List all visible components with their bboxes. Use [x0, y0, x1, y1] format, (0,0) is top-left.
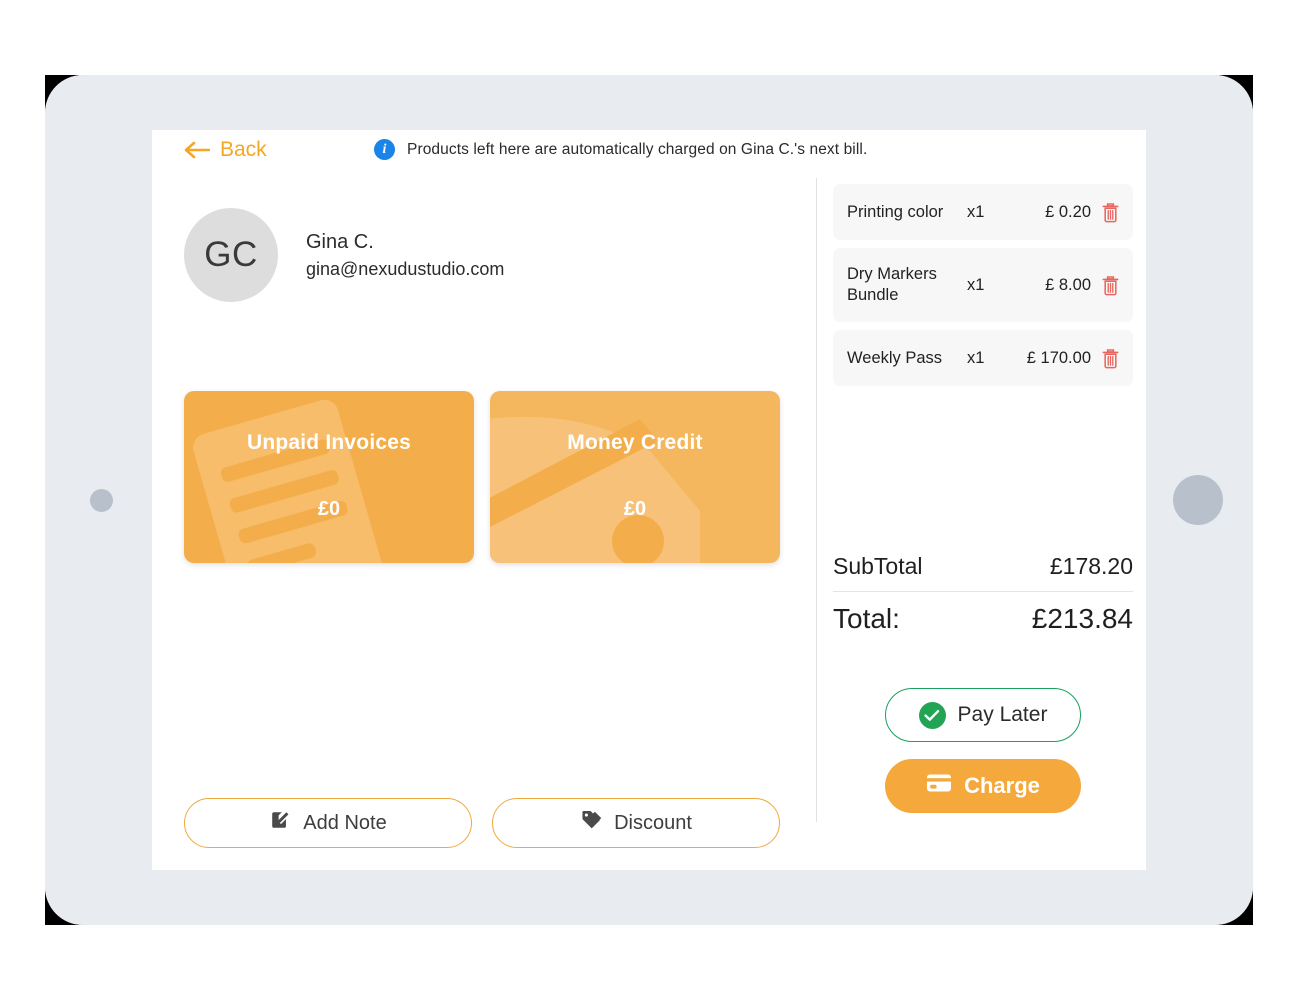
screenshot-stage: Back i Products left here are automatica…: [0, 0, 1300, 1000]
pay-later-label: Pay Later: [957, 703, 1048, 726]
cart-item-qty: x1: [967, 202, 985, 221]
total-label: Total:: [833, 603, 900, 634]
stat-cards: Unpaid Invoices £0 Money Credit £0: [184, 391, 780, 563]
unpaid-invoices-card[interactable]: Unpaid Invoices £0: [184, 391, 474, 563]
back-button-label: Back: [220, 138, 267, 161]
money-credit-value: £0: [623, 498, 647, 520]
money-credit-card[interactable]: Money Credit £0: [490, 391, 780, 563]
invoice-watermark: [193, 399, 382, 563]
info-circle-icon: i: [374, 139, 395, 160]
left-pane: GC Gina C. gina@nexudustudio.com Unpaid …: [152, 178, 817, 870]
unpaid-invoices-label: Unpaid Invoices: [246, 431, 412, 454]
top-bar: Back i Products left here are automatica…: [152, 130, 1146, 178]
customer-summary: GC Gina C. gina@nexudustudio.com: [184, 208, 504, 302]
cart-item-name: Printing color: [847, 202, 944, 221]
table-row[interactable]: Weekly Pass x1 £ 170.00: [833, 330, 1133, 386]
charge-button[interactable]: Charge: [885, 759, 1081, 813]
trash-icon[interactable]: [1097, 202, 1123, 223]
subtotal-label: SubTotal: [833, 553, 923, 579]
customer-email: gina@nexudustudio.com: [306, 258, 505, 279]
total-value: £213.84: [1031, 603, 1133, 634]
info-banner: i Products left here are automatically c…: [374, 139, 867, 160]
total-row: Total: £213.84: [833, 592, 1133, 635]
unpaid-invoices-value: £0: [317, 498, 341, 520]
table-row[interactable]: Printing color x1 £ 0.20: [833, 184, 1133, 240]
cart-item-list: Printing color x1 £ 0.20 Dry Markers Bun…: [833, 184, 1133, 394]
cart-item-name: Dry Markers Bundle: [847, 265, 937, 304]
table-row[interactable]: Dry Markers Bundle x1 £ 8.00: [833, 248, 1133, 322]
note-edit-icon: [269, 809, 291, 837]
charge-label: Charge: [964, 773, 1040, 798]
avatar: GC: [184, 208, 278, 302]
totals-section: SubTotal £178.20 Total: £213.84: [833, 553, 1133, 635]
tablet-screen: Back i Products left here are automatica…: [152, 130, 1146, 870]
subtotal-value: £178.20: [1049, 553, 1133, 579]
right-pane: Printing color x1 £ 0.20 Dry Markers Bun…: [817, 178, 1146, 870]
cart-item-price: £ 8.00: [1045, 275, 1091, 294]
left-action-buttons: Add Note Discount: [184, 798, 780, 848]
cart-item-price: £ 170.00: [1026, 348, 1091, 367]
cart-item-price: £ 0.20: [1045, 202, 1091, 221]
check-circle-icon: [918, 701, 946, 729]
tag-icon: [580, 809, 602, 837]
cart-item-qty: x1: [967, 348, 985, 367]
money-credit-label: Money Credit: [567, 431, 703, 454]
credit-card-icon: [926, 773, 952, 799]
home-button[interactable]: [1173, 475, 1223, 525]
customer-name: Gina C.: [306, 230, 374, 253]
back-button[interactable]: Back: [184, 138, 267, 162]
customer-details: Gina C. gina@nexudustudio.com: [306, 231, 504, 280]
discount-label: Discount: [614, 811, 692, 834]
trash-icon[interactable]: [1097, 348, 1123, 369]
subtotal-row: SubTotal £178.20: [833, 553, 1133, 592]
add-note-button[interactable]: Add Note: [184, 798, 472, 848]
add-note-label: Add Note: [303, 811, 387, 834]
payment-actions: Pay Later Charge: [885, 688, 1081, 813]
cart-item-name: Weekly Pass: [847, 348, 943, 367]
wallet-watermark: [490, 416, 700, 563]
trash-icon[interactable]: [1097, 275, 1123, 296]
discount-button[interactable]: Discount: [492, 798, 780, 848]
pay-later-button[interactable]: Pay Later: [885, 688, 1081, 742]
front-camera: [90, 489, 113, 512]
arrow-left-icon: [184, 141, 210, 159]
cart-item-qty: x1: [967, 275, 985, 294]
info-banner-text: Products left here are automatically cha…: [407, 140, 868, 158]
